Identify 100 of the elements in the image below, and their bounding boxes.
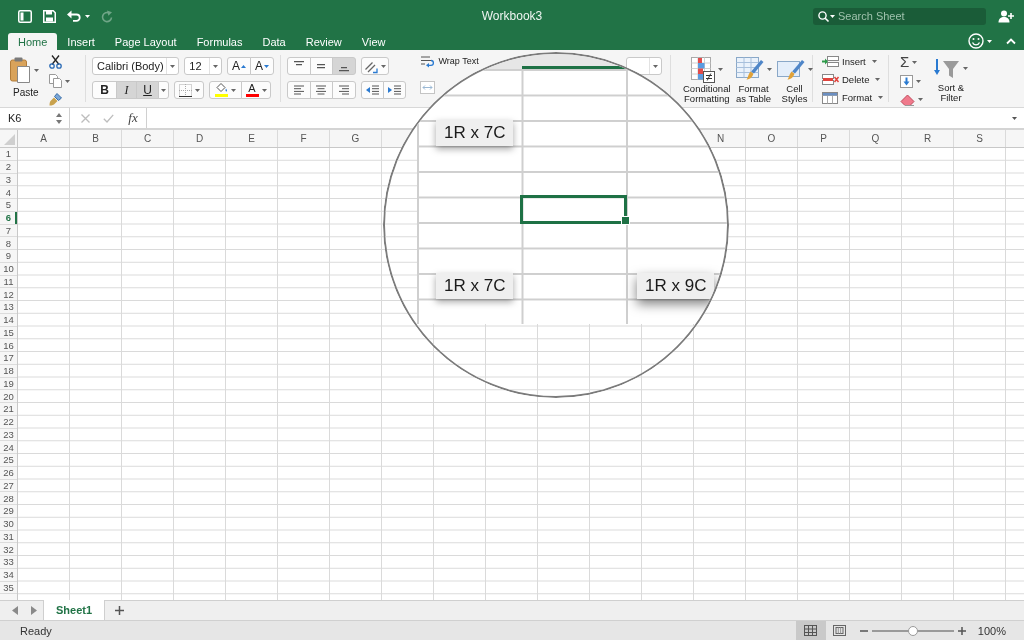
middle-align-button[interactable] [309, 57, 333, 75]
left-align-button[interactable] [287, 81, 311, 99]
row-header[interactable]: 6 [0, 211, 17, 225]
row-header[interactable]: 15 [0, 326, 17, 340]
row-header[interactable]: 14 [0, 313, 17, 327]
ribbon-tab[interactable]: Data [252, 33, 296, 50]
autosum-button[interactable]: Σ [900, 55, 918, 70]
row-header[interactable]: 23 [0, 428, 17, 442]
row-header[interactable]: 11 [0, 275, 17, 289]
column-header[interactable]: N [712, 130, 746, 147]
row-header[interactable]: 16 [0, 339, 17, 352]
ribbon-tab[interactable]: View [351, 33, 396, 50]
underline-button[interactable]: U [136, 81, 159, 99]
normal-view-button[interactable] [795, 621, 826, 640]
conditional-formatting-button[interactable]: Conditional Formatting [682, 56, 732, 104]
grow-font-button[interactable]: A [227, 57, 251, 75]
insert-cells-button[interactable]: Insert [822, 55, 877, 68]
delete-cells-button[interactable]: Delete [822, 73, 881, 86]
row-header[interactable]: 18 [0, 364, 17, 378]
row-header[interactable]: 25 [0, 454, 17, 467]
bottom-align-button[interactable] [332, 57, 356, 75]
search-field[interactable]: Search Sheet [813, 7, 986, 25]
feedback-button[interactable] [968, 32, 992, 50]
cut-button[interactable] [49, 55, 62, 70]
column-header[interactable]: F [278, 130, 330, 147]
row-header[interactable]: 7 [0, 224, 17, 238]
row-header[interactable]: 24 [0, 441, 17, 454]
bold-button[interactable]: B [92, 81, 117, 99]
row-header[interactable]: 32 [0, 543, 17, 556]
ribbon-tab[interactable]: Insert [57, 33, 105, 50]
row-header[interactable]: 34 [0, 568, 17, 582]
search-input[interactable]: Search Sheet [838, 9, 981, 23]
row-header[interactable]: 30 [0, 517, 17, 531]
ribbon-tab[interactable]: Home [8, 33, 58, 50]
format-as-table-button[interactable]: Format as Table [734, 56, 773, 104]
fill-handle[interactable] [621, 216, 630, 225]
column-header[interactable]: Q [850, 130, 902, 147]
row-header[interactable]: 10 [0, 262, 17, 276]
cell-styles-button[interactable]: Cell Styles [775, 56, 814, 104]
row-header[interactable]: 22 [0, 415, 17, 429]
insert-function-button[interactable]: fx [120, 108, 146, 128]
sheet-tab[interactable]: Sheet1 [43, 600, 106, 620]
column-header[interactable]: A [18, 130, 70, 147]
orientation-button[interactable] [360, 57, 389, 75]
column-header[interactable]: O [746, 130, 798, 147]
italic-button[interactable]: I [116, 81, 137, 99]
fill-color-button[interactable] [209, 81, 242, 99]
row-header[interactable]: 26 [0, 466, 17, 480]
row-header[interactable]: 8 [0, 237, 17, 250]
row-header[interactable]: 29 [0, 505, 17, 518]
row-header[interactable]: 4 [0, 186, 17, 199]
font-size-dropdown[interactable]: 12 [184, 57, 222, 75]
right-align-button[interactable] [332, 81, 356, 99]
column-header[interactable]: B [70, 130, 122, 147]
increase-indent-button[interactable] [382, 81, 406, 99]
row-header[interactable]: 9 [0, 250, 17, 263]
format-painter-button[interactable] [49, 92, 62, 107]
column-header[interactable]: D [174, 130, 226, 147]
font-color-button[interactable]: A [241, 81, 271, 99]
row-header[interactable]: 31 [0, 530, 17, 544]
column-header[interactable]: G [330, 130, 382, 147]
save-button[interactable] [43, 7, 56, 25]
decrease-indent-button[interactable] [360, 81, 384, 99]
name-box[interactable]: K6 [0, 108, 70, 128]
column-header[interactable]: C [122, 130, 174, 147]
row-header[interactable]: 27 [0, 479, 17, 493]
row-header[interactable]: 13 [0, 301, 17, 314]
sort-filter-button[interactable]: Sort & Filter [933, 55, 969, 103]
number-format-dropdown[interactable] [626, 57, 662, 75]
row-header[interactable]: 17 [0, 352, 17, 365]
row-header[interactable]: 28 [0, 492, 17, 505]
slider-thumb[interactable] [907, 625, 918, 636]
column-header[interactable]: R [902, 130, 954, 147]
column-header[interactable]: E [226, 130, 278, 147]
column-header[interactable]: P [798, 130, 850, 147]
column-header[interactable]: S [954, 130, 1006, 147]
row-header[interactable]: 21 [0, 403, 17, 416]
top-align-button[interactable] [287, 57, 311, 75]
row-header[interactable]: 5 [0, 199, 17, 212]
sidebar-button[interactable] [18, 7, 32, 25]
ribbon-tab[interactable]: Page Layout [104, 33, 187, 50]
underline-menu-button[interactable] [158, 81, 169, 99]
row-header[interactable]: 33 [0, 556, 17, 569]
shrink-font-button[interactable]: A [250, 57, 274, 75]
row-header[interactable]: 2 [0, 160, 17, 174]
center-align-button[interactable] [309, 81, 333, 99]
row-header[interactable]: 12 [0, 288, 17, 301]
format-cells-button[interactable]: Format [822, 91, 884, 104]
row-header[interactable]: 20 [0, 390, 17, 403]
row-header[interactable]: 3 [0, 173, 17, 187]
row-header[interactable]: 35 [0, 581, 17, 595]
borders-button[interactable] [174, 81, 204, 99]
row-header[interactable]: 19 [0, 377, 17, 391]
clear-button[interactable] [900, 92, 923, 107]
row-header[interactable]: 1 [0, 148, 17, 161]
paste-button[interactable]: Paste [10, 55, 39, 99]
ribbon-tab[interactable]: Formulas [186, 33, 253, 50]
fill-button[interactable] [900, 73, 921, 89]
ribbon-tab[interactable]: Review [295, 33, 352, 50]
wrap-text-button[interactable]: Wrap Text [419, 56, 479, 67]
